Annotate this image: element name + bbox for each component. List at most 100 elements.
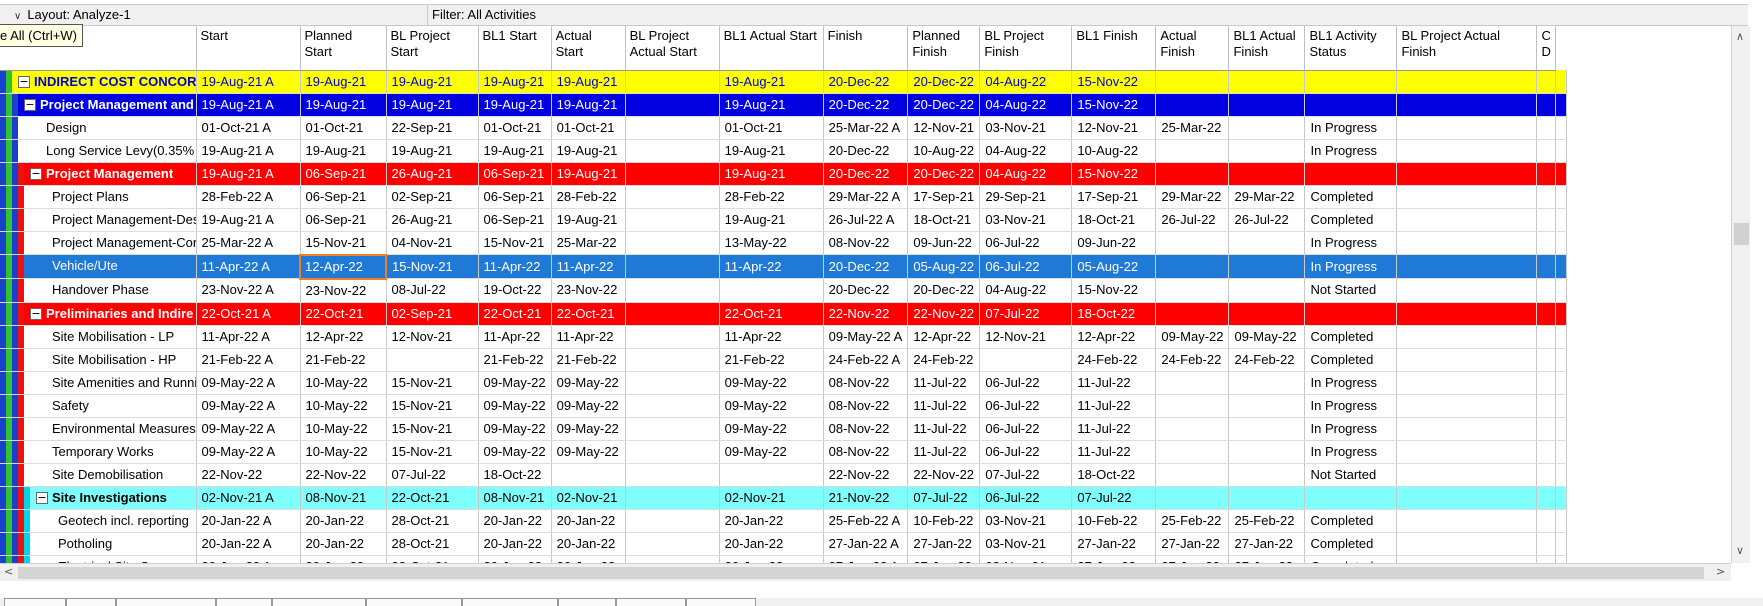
date-cell[interactable]: 27-Jan-22 — [907, 532, 981, 556]
date-cell[interactable]: 25-Mar-22 — [1155, 116, 1230, 140]
date-cell[interactable]: 23-Nov-22 A — [196, 278, 301, 303]
date-cell[interactable] — [1396, 417, 1538, 441]
detail-tab[interactable] — [686, 598, 756, 606]
date-cell[interactable] — [1396, 208, 1538, 232]
date-cell[interactable] — [1228, 139, 1306, 163]
date-cell[interactable] — [1228, 302, 1306, 326]
date-cell[interactable]: 27-Jan-22 — [1155, 532, 1230, 556]
date-cell[interactable]: 12-Apr-22 — [300, 325, 387, 349]
wbs-row[interactable]: − Project Management 19-Aug-21 A 06-Sep-21 2… — [0, 162, 1567, 186]
activity-row[interactable]: Design 01-Oct-21 A 01-Oct-21 22-Sep-21 01-Oc… — [0, 116, 1567, 140]
date-cell[interactable]: 19-Aug-21 — [719, 70, 824, 94]
date-cell[interactable] — [1228, 463, 1306, 487]
date-cell[interactable] — [1536, 440, 1556, 464]
date-cell[interactable]: 10-May-22 — [300, 440, 387, 464]
date-cell[interactable]: 08-Nov-22 — [823, 231, 909, 255]
date-cell[interactable]: 09-Jun-22 — [1071, 231, 1157, 255]
date-cell[interactable]: 19-Aug-21 — [719, 162, 824, 186]
date-cell[interactable]: 29-Sep-21 — [979, 185, 1073, 209]
wbs-row[interactable]: − Project Management and 19-Aug-21 A 19-Aug… — [0, 93, 1567, 117]
collapse-toggle-icon[interactable]: − — [30, 307, 42, 320]
date-cell[interactable] — [1228, 254, 1306, 279]
date-cell[interactable] — [386, 348, 479, 372]
detail-tab[interactable] — [216, 598, 272, 606]
date-cell[interactable]: 15-Nov-21 — [386, 394, 479, 418]
date-cell[interactable]: 02-Sep-21 — [386, 302, 479, 326]
scroll-right-arrow-icon[interactable]: > — [1716, 565, 1725, 578]
date-cell[interactable]: 20-Jan-22 — [478, 509, 552, 533]
date-cell[interactable] — [625, 417, 720, 441]
date-cell[interactable]: 20-Dec-22 — [907, 70, 981, 94]
activity-name-cell[interactable]: Electrical Site Survey — [0, 555, 197, 563]
column-header[interactable]: BL1 Actual Start — [719, 26, 824, 71]
date-cell[interactable] — [1536, 509, 1556, 533]
date-cell[interactable] — [1396, 93, 1538, 117]
date-cell[interactable]: 27-Jan-22 — [1071, 532, 1157, 556]
date-cell[interactable]: 11-Apr-22 — [719, 325, 824, 349]
date-cell[interactable] — [1396, 70, 1538, 94]
date-cell[interactable] — [1228, 278, 1306, 303]
date-cell[interactable]: 20-Dec-22 — [823, 278, 909, 303]
date-cell[interactable] — [1304, 162, 1398, 186]
date-cell[interactable]: 22-Nov-22 — [196, 463, 301, 487]
date-cell[interactable] — [625, 162, 720, 186]
date-cell[interactable]: 11-Jul-22 — [907, 394, 981, 418]
date-cell[interactable] — [1228, 162, 1306, 186]
date-cell[interactable]: 20-Jan-22 — [478, 555, 552, 563]
date-cell[interactable] — [1536, 348, 1556, 372]
date-cell[interactable]: 19-Aug-21 A — [196, 93, 301, 117]
date-cell[interactable] — [1155, 463, 1230, 487]
date-cell[interactable]: 06-Sep-21 — [478, 185, 552, 209]
date-cell[interactable] — [1228, 417, 1306, 441]
date-cell[interactable]: 11-Apr-22 A — [196, 325, 301, 349]
date-cell[interactable]: 11-Apr-22 A — [196, 254, 301, 279]
date-cell[interactable] — [1396, 139, 1538, 163]
date-cell[interactable]: Completed — [1304, 348, 1398, 372]
date-cell[interactable] — [1155, 139, 1230, 163]
date-cell[interactable] — [625, 231, 720, 255]
date-cell[interactable]: 15-Nov-21 — [300, 231, 387, 255]
date-cell[interactable]: 24-Feb-22 A — [823, 348, 909, 372]
date-cell[interactable]: 20-Jan-22 — [300, 555, 387, 563]
date-cell[interactable]: 28-Feb-22 A — [196, 185, 301, 209]
date-cell[interactable]: 09-May-22 A — [823, 325, 909, 349]
date-cell[interactable]: 26-Jul-22 A — [823, 208, 909, 232]
date-cell[interactable]: 21-Feb-22 — [478, 348, 552, 372]
date-cell[interactable] — [1396, 278, 1538, 303]
date-cell[interactable]: 09-May-22 A — [196, 394, 301, 418]
date-cell[interactable]: 29-Mar-22 — [1155, 185, 1230, 209]
date-cell[interactable]: 20-Dec-22 — [823, 139, 909, 163]
date-cell[interactable]: 08-Nov-21 — [478, 486, 552, 510]
activity-name-cell[interactable]: − Project Management and — [0, 93, 197, 117]
date-cell[interactable]: 12-Nov-21 — [1071, 116, 1157, 140]
date-cell[interactable] — [1228, 116, 1306, 140]
date-cell[interactable] — [625, 208, 720, 232]
date-cell[interactable]: 08-Jul-22 — [386, 278, 479, 303]
date-cell[interactable] — [1536, 486, 1556, 510]
date-cell[interactable] — [1536, 231, 1556, 255]
date-cell[interactable] — [625, 116, 720, 140]
date-cell[interactable] — [979, 348, 1073, 372]
date-cell[interactable]: 19-Aug-21 — [551, 93, 626, 117]
activity-row[interactable]: Site Amenities and Running 09-May-22 A 10-… — [0, 371, 1567, 395]
date-cell[interactable]: 10-May-22 — [300, 417, 387, 441]
date-cell[interactable] — [1304, 70, 1398, 94]
date-cell[interactable] — [1155, 93, 1230, 117]
date-cell[interactable]: 12-Apr-22 — [1071, 325, 1157, 349]
date-cell[interactable]: Completed — [1304, 185, 1398, 209]
date-cell[interactable]: 06-Sep-21 — [300, 162, 387, 186]
date-cell[interactable]: 19-Aug-21 — [386, 93, 479, 117]
date-cell[interactable]: 09-May-22 — [1228, 325, 1306, 349]
column-header[interactable]: BL Project Actual Finish — [1396, 26, 1538, 71]
date-cell[interactable] — [1396, 440, 1538, 464]
date-cell[interactable]: 07-Jul-22 — [386, 463, 479, 487]
date-cell[interactable] — [625, 509, 720, 533]
collapse-toggle-icon[interactable]: − — [36, 491, 48, 504]
activity-name-cell[interactable]: Potholing — [0, 532, 197, 556]
date-cell[interactable]: 04-Aug-22 — [979, 70, 1073, 94]
date-cell[interactable]: In Progress — [1304, 417, 1398, 441]
date-cell[interactable]: 19-Aug-21 — [478, 139, 552, 163]
date-cell[interactable]: 15-Nov-21 — [478, 231, 552, 255]
date-cell[interactable]: 06-Jul-22 — [979, 231, 1073, 255]
date-cell[interactable]: 27-Jan-22 A — [823, 532, 909, 556]
